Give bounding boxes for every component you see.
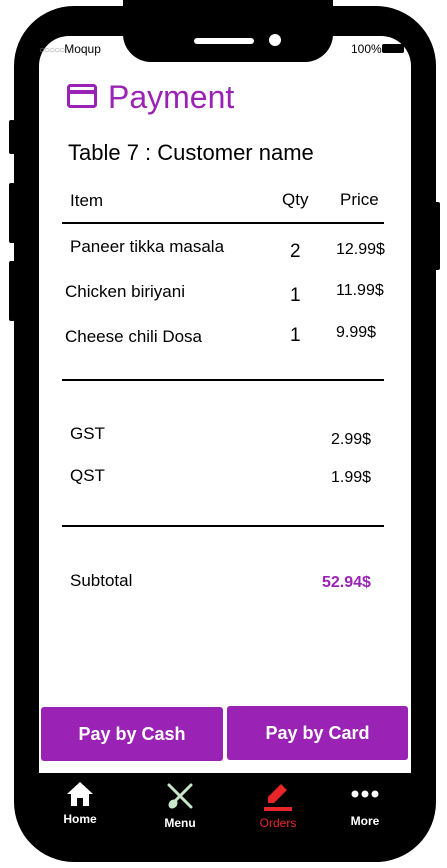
pay-by-card-button[interactable]: Pay by Card (227, 706, 408, 760)
item-qty: 1 (290, 325, 301, 346)
item-price: 9.99$ (336, 324, 377, 341)
subtotal-label: Subtotal (70, 571, 133, 590)
status-carrier: ○○○○○Moqup (39, 42, 101, 56)
volume-up-button (9, 183, 15, 243)
tax-amount-qst: 1.99$ (331, 469, 372, 486)
item-qty: 1 (290, 285, 301, 306)
item-name: Cheese chili Dosa (65, 327, 203, 346)
nav-label: Orders (259, 816, 297, 830)
signal-dots: ○○○○○ (39, 45, 65, 56)
tax-label-gst: GST (70, 424, 105, 443)
nav-menu[interactable]: Menu (140, 780, 220, 830)
utensils-icon (167, 783, 193, 809)
notch (123, 0, 333, 62)
tax-label-qst: QST (70, 466, 105, 485)
item-price: 12.99$ (336, 241, 385, 258)
speaker-icon (194, 38, 254, 44)
header-qty: Qty (282, 190, 309, 209)
camera-icon (269, 34, 281, 46)
page-title: Payment (108, 79, 235, 115)
volume-down-button (9, 261, 15, 321)
nav-label: Menu (164, 816, 196, 830)
nav-label: Home (63, 812, 97, 826)
table-label: Table 7 : Customer name (68, 140, 314, 165)
nav-label: More (350, 814, 380, 828)
item-qty: 2 (290, 241, 301, 262)
mute-switch (9, 120, 15, 154)
nav-more[interactable]: More (325, 780, 405, 828)
pay-by-cash-button[interactable]: Pay by Cash (41, 707, 223, 761)
items-divider (62, 379, 384, 381)
battery-icon (382, 44, 404, 53)
home-icon (67, 782, 93, 806)
pencil-icon (264, 784, 292, 811)
tax-amount-gst: 2.99$ (331, 431, 372, 448)
more-icon (351, 790, 379, 798)
nav-home[interactable]: Home (40, 780, 120, 826)
header-divider (62, 222, 384, 224)
taxes-divider (62, 525, 384, 527)
item-price: 11.99$ (336, 282, 384, 299)
header-item: Item (70, 191, 104, 210)
item-name: Chicken biriyani (65, 282, 185, 301)
carrier-name: Moqup (64, 42, 101, 56)
credit-card-icon (67, 84, 97, 108)
battery-percent: 100% (351, 42, 382, 56)
power-button (434, 202, 440, 270)
nav-orders[interactable]: Orders (238, 780, 318, 830)
header-price: Price (340, 190, 379, 209)
subtotal-amount: 52.94$ (322, 574, 371, 591)
item-name: Paneer tikka masala (70, 237, 225, 256)
